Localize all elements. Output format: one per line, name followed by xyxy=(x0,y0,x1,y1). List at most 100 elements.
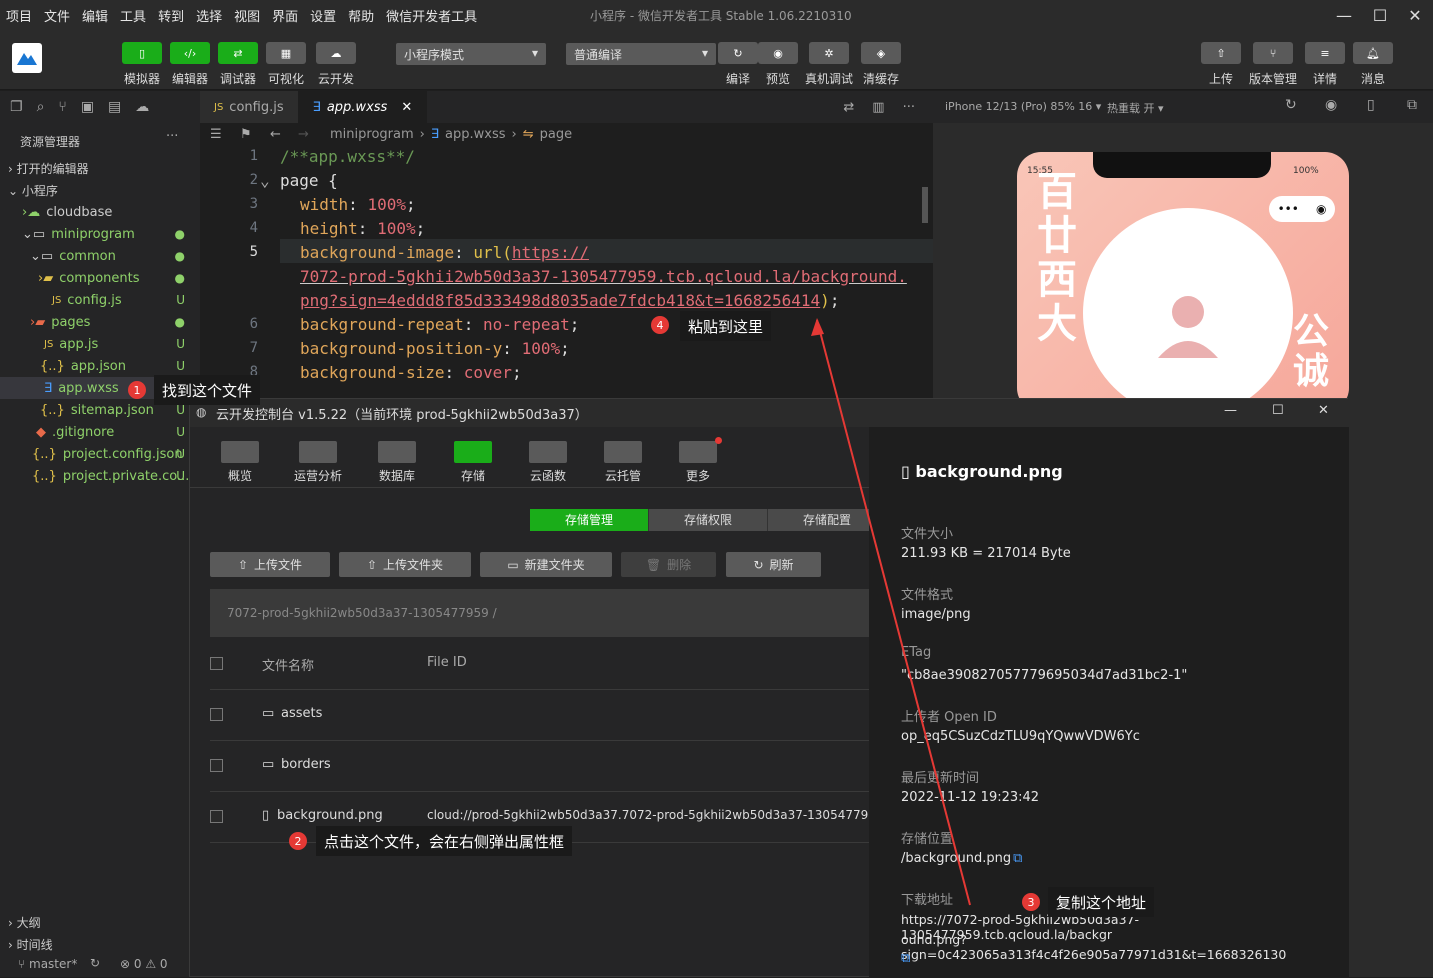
simulator-toggle-icon[interactable]: ▯ xyxy=(122,42,162,64)
nav-database[interactable]: 数据库 xyxy=(367,441,427,484)
delete-button[interactable]: 🗑︎ 删除 xyxy=(621,552,716,577)
tab-config-js[interactable]: JS config.js xyxy=(200,91,299,123)
mode-select[interactable]: 小程序模式 ▾ xyxy=(396,43,546,65)
tab-app-wxss[interactable]: ∃ app.wxss ✕ xyxy=(298,91,428,123)
copy-icon[interactable]: ⧉ xyxy=(901,951,910,966)
breadcrumb-selector[interactable]: page xyxy=(540,127,572,142)
details-icon[interactable]: ≡ xyxy=(1305,42,1345,64)
popout-icon[interactable]: ⧉ xyxy=(1407,97,1417,113)
close-tab-icon[interactable]: ✕ xyxy=(401,100,412,115)
table-row[interactable]: ▭ borders xyxy=(210,741,870,792)
minimize-icon[interactable]: — xyxy=(1326,0,1362,30)
nav-analytics[interactable]: 运营分析 xyxy=(288,441,348,484)
close-icon[interactable]: ✕ xyxy=(1397,0,1433,30)
upload-icon[interactable]: ⇧ xyxy=(1201,42,1241,64)
capsule-menu[interactable]: ••• ◉ xyxy=(1269,196,1335,222)
outline-section[interactable]: › 大纲 xyxy=(8,914,41,931)
back-icon[interactable]: ← xyxy=(270,127,281,142)
branch-indicator[interactable]: ⑂ master* xyxy=(18,957,77,971)
code-editor[interactable]: 1 2 3 4 5 6 7 8 ⌄ /**app.wxss**/ page { … xyxy=(200,145,933,405)
hot-reload-toggle[interactable]: 热重载 开 ▾ xyxy=(1107,100,1164,116)
list-icon[interactable]: ☰ xyxy=(210,127,222,142)
timeline-section[interactable]: › 时间线 xyxy=(8,936,53,953)
download-url-line2[interactable]: ound.png?sign=0c423065a313f4c4f26e905a77… xyxy=(901,932,1349,962)
menu-file[interactable]: 文件 xyxy=(38,6,76,25)
bookmark-icon[interactable]: ⚑ xyxy=(240,127,252,142)
tree-item-common[interactable]: ⌄▭ common ● xyxy=(0,245,189,267)
menu-wechat-devtools[interactable]: 微信开发者工具 xyxy=(380,6,483,25)
project-section[interactable]: ⌄ 小程序 xyxy=(8,182,58,199)
tab-storage-permission[interactable]: 存储权限 xyxy=(649,509,768,531)
copy-icon[interactable]: ⧉ xyxy=(1013,851,1022,866)
nav-overview[interactable]: 概览 xyxy=(210,441,270,484)
nav-cloud-functions[interactable]: 云函数 xyxy=(518,441,578,484)
menu-edit[interactable]: 编辑 xyxy=(76,6,114,25)
row-checkbox[interactable] xyxy=(210,759,223,772)
explorer-icon[interactable]: ❐ xyxy=(10,99,23,115)
close-icon[interactable]: ✕ xyxy=(1318,403,1329,418)
menu-view[interactable]: 视图 xyxy=(228,6,266,25)
tree-item-gitignore[interactable]: ◆ .gitignore U xyxy=(0,421,189,443)
menu-settings[interactable]: 设置 xyxy=(304,6,342,25)
menu-interface[interactable]: 界面 xyxy=(266,6,304,25)
maximize-icon[interactable]: ☐ xyxy=(1272,403,1284,418)
nav-more[interactable]: 更多 xyxy=(668,441,728,484)
source-control-icon[interactable]: ⑂ xyxy=(58,99,66,115)
cloud-dev-icon[interactable]: ☁ xyxy=(316,42,356,64)
storage-icon[interactable]: ▤ xyxy=(108,99,121,115)
maximize-icon[interactable]: ☐ xyxy=(1362,0,1398,30)
menu-tools[interactable]: 工具 xyxy=(114,6,152,25)
open-editors-section[interactable]: › 打开的编辑器 xyxy=(8,160,89,177)
new-folder-button[interactable]: ▭ 新建文件夹 xyxy=(480,552,612,577)
row-checkbox[interactable] xyxy=(210,810,223,823)
more-icon[interactable]: ··· xyxy=(166,129,178,144)
menu-goto[interactable]: 转到 xyxy=(152,6,190,25)
messages-icon[interactable]: 🔔︎ xyxy=(1353,42,1393,64)
tree-item-pages[interactable]: ›▰ pages ● xyxy=(0,311,189,333)
tree-item-config-js[interactable]: JS config.js U xyxy=(0,289,189,311)
tree-item-app-json[interactable]: {..} app.json U xyxy=(0,355,189,377)
tree-item-app-js[interactable]: JS app.js U xyxy=(0,333,189,355)
menu-project[interactable]: 项目 xyxy=(0,6,38,25)
refresh-button[interactable]: ↻ 刷新 xyxy=(726,552,821,577)
upload-file-button[interactable]: ⇧ 上传文件 xyxy=(210,552,330,577)
preview-icon[interactable]: ◉ xyxy=(758,42,798,64)
compile-icon[interactable]: ↻ xyxy=(718,42,758,64)
search-icon[interactable]: ⌕ xyxy=(37,99,45,115)
tree-item-project-config[interactable]: {..} project.config.json U xyxy=(0,443,189,465)
sync-icon[interactable]: ↻ xyxy=(90,956,100,970)
menu-help[interactable]: 帮助 xyxy=(342,6,380,25)
minimize-icon[interactable]: — xyxy=(1224,403,1237,418)
debugger-toggle-icon[interactable]: ⇄ xyxy=(218,42,258,64)
extensions-icon[interactable]: ▣ xyxy=(81,99,94,115)
forward-icon[interactable]: → xyxy=(298,127,309,142)
refresh-icon[interactable]: ↻ xyxy=(1285,97,1297,113)
visual-icon[interactable]: ▦ xyxy=(266,42,306,64)
tree-item-components[interactable]: ›▰ components ● xyxy=(0,267,189,289)
menu-select[interactable]: 选择 xyxy=(190,6,228,25)
tab-storage-manage[interactable]: 存储管理 xyxy=(530,509,649,531)
fold-icon[interactable]: ⌄ xyxy=(260,171,270,190)
problems-indicator[interactable]: ⊗ 0 ⚠ 0 xyxy=(120,957,168,971)
nav-cloud-hosting[interactable]: 云托管 xyxy=(593,441,653,484)
scrollbar-thumb[interactable] xyxy=(922,187,928,223)
phone-screen[interactable]: 15:55 100% 百廿西大 公诚 ••• ◉ xyxy=(1017,152,1349,412)
row-checkbox[interactable] xyxy=(210,708,223,721)
real-device-debug-icon[interactable]: ✲ xyxy=(809,42,849,64)
breadcrumb-file[interactable]: app.wxss xyxy=(445,127,505,142)
select-all-checkbox[interactable] xyxy=(210,657,223,670)
close-circle-icon[interactable]: ◉ xyxy=(1316,202,1326,216)
more-actions-icon[interactable]: ··· xyxy=(903,100,915,115)
tree-item-cloudbase[interactable]: ›☁ cloudbase xyxy=(0,201,189,223)
upload-folder-button[interactable]: ⇧ 上传文件夹 xyxy=(339,552,471,577)
compile-select[interactable]: 普通编译 ▾ xyxy=(566,43,716,65)
editor-toggle-icon[interactable]: ‹/› xyxy=(170,42,210,64)
cloud-icon[interactable]: ☁ xyxy=(135,99,149,115)
tree-item-miniprogram[interactable]: ⌄▭ miniprogram ● xyxy=(0,223,189,245)
stop-icon[interactable]: ◉ xyxy=(1325,97,1337,113)
more-dots-icon[interactable]: ••• xyxy=(1278,202,1299,216)
tree-item-project-private[interactable]: {..} project.private.co... U xyxy=(0,465,189,487)
device-select[interactable]: iPhone 12/13 (Pro) 85% 16 ▾ xyxy=(945,100,1101,113)
version-mgmt-icon[interactable]: ⑂ xyxy=(1253,42,1293,64)
nav-storage[interactable]: 存储 xyxy=(443,441,503,484)
